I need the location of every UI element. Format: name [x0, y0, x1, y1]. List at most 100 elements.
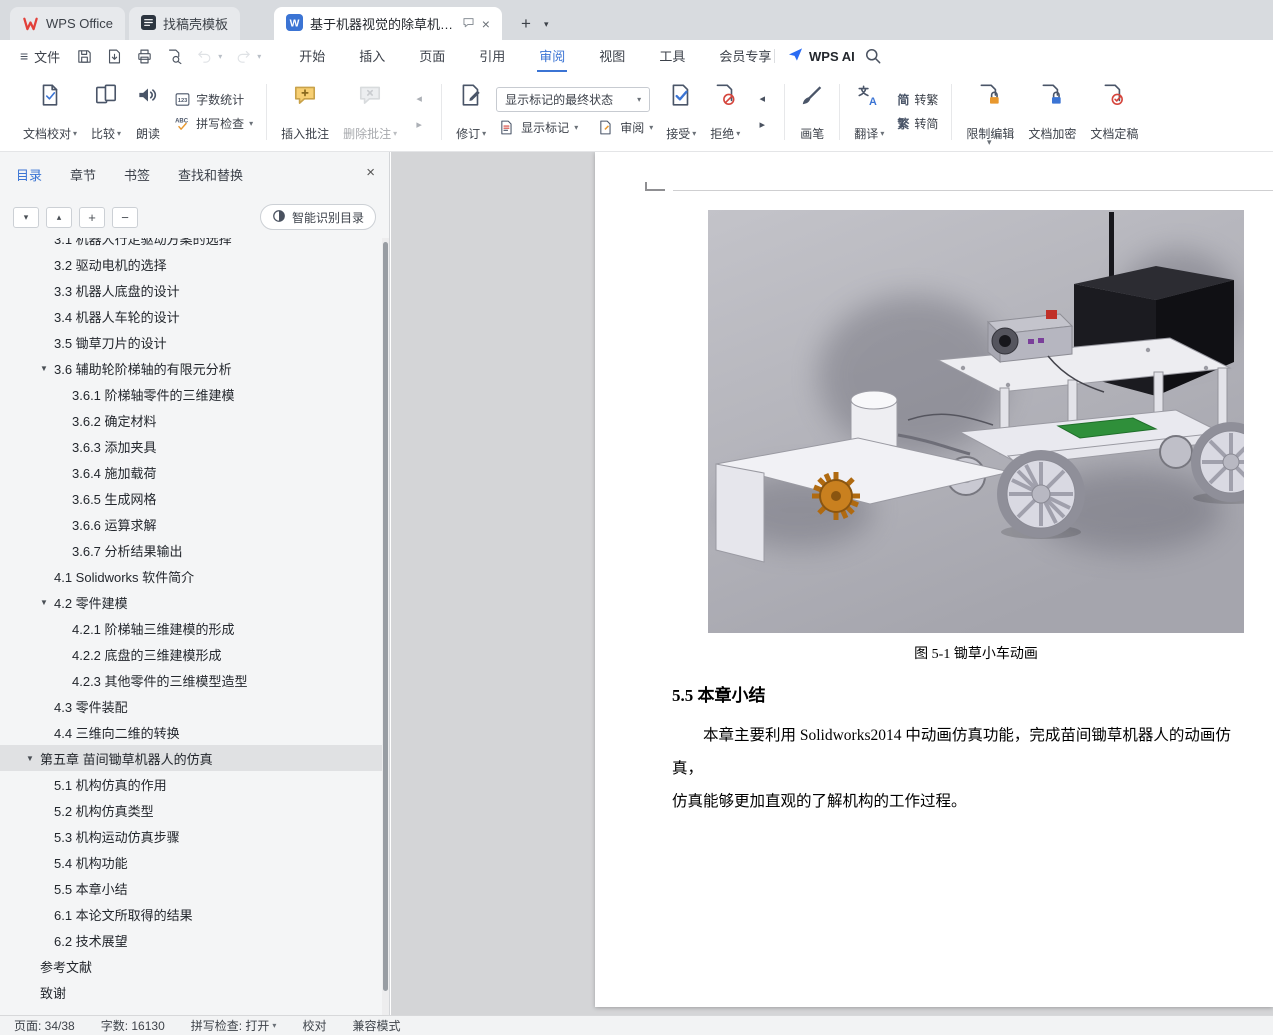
translate-button[interactable]: A 翻译 ▾	[847, 78, 891, 146]
markup-state-select[interactable]: 显示标记的最终状态 ▾	[496, 87, 651, 112]
toc-item[interactable]: 3.6.7 分析结果输出	[0, 537, 382, 563]
search-icon[interactable]	[863, 46, 883, 66]
toc-item[interactable]: 3.1 机器人行走驱动方案的选择	[0, 238, 382, 251]
toc-item[interactable]: 4.4 三维向二维的转换	[0, 719, 382, 745]
toc-item[interactable]: 4.2.3 其他零件的三维模型造型	[0, 667, 382, 693]
menu-tab-开始[interactable]: 开始	[297, 40, 327, 72]
home-tab[interactable]: WPS Office	[10, 7, 125, 40]
undo-icon[interactable]	[196, 48, 213, 65]
toc-item[interactable]: 5.5 本章小结	[0, 875, 382, 901]
sidebar-tab-目录[interactable]: 目录	[16, 165, 42, 184]
menu-tab-引用[interactable]: 引用	[477, 40, 507, 72]
insert-comment-button[interactable]: 插入批注	[274, 78, 336, 146]
to-traditional-button[interactable]: 简 转繁	[894, 91, 941, 108]
figure-robot-render[interactable]	[708, 210, 1271, 633]
next-comment-button[interactable]: ▸	[407, 114, 431, 135]
menu-tab-视图[interactable]: 视图	[597, 40, 627, 72]
toc-item[interactable]: 3.6.3 添加夹具	[0, 433, 382, 459]
smart-toc-button[interactable]: 智能识别目录	[259, 204, 376, 230]
menu-tab-审阅[interactable]: 审阅	[537, 40, 568, 72]
undo-chevron-icon[interactable]: ▾	[218, 52, 222, 61]
toc-item[interactable]: 3.6.5 生成网格	[0, 485, 382, 511]
toc-item[interactable]: 3.6.2 确定材料	[0, 407, 382, 433]
menu-tab-插入[interactable]: 插入	[357, 40, 387, 72]
active-doc-tab[interactable]: W 基于机器视觉的除草机机器人... ×	[273, 7, 502, 40]
ink-brush-button[interactable]: 画笔	[792, 78, 832, 146]
accept-button[interactable]: 接受 ▾	[659, 78, 703, 146]
next-change-button[interactable]: ▸	[750, 114, 774, 135]
reject-button[interactable]: 拒绝 ▾	[703, 78, 747, 146]
toc-item[interactable]: ▼ 3.6 辅助轮阶梯轴的有限元分析	[0, 355, 382, 381]
tab-list-chevron-icon[interactable]: ▾	[544, 19, 549, 30]
sidebar-scrollbar[interactable]	[382, 238, 389, 1015]
toc-item[interactable]: 4.2.2 底盘的三维建模形成	[0, 641, 382, 667]
toc-item[interactable]: 致谢	[0, 979, 382, 1005]
collapse-all-button[interactable]: ▾	[13, 206, 39, 228]
sidebar-scrollbar-thumb[interactable]	[383, 242, 388, 991]
compat-mode-status[interactable]: 兼容模式	[352, 1017, 400, 1034]
to-simplified-button[interactable]: 繁 转简	[894, 115, 941, 132]
compare-button[interactable]: 比较 ▾	[84, 78, 128, 146]
toc-item[interactable]: 5.4 机构功能	[0, 849, 382, 875]
toc-item[interactable]: 4.2.1 阶梯轴三维建模的形成	[0, 615, 382, 641]
review-pane-button[interactable]: 审阅 ▾	[595, 119, 656, 136]
toc-item[interactable]: 3.4 机器人车轮的设计	[0, 303, 382, 329]
template-doc-tab[interactable]: 找稿壳模板	[128, 7, 240, 40]
menu-tab-工具[interactable]: 工具	[657, 40, 687, 72]
read-aloud-button[interactable]: 朗读	[128, 78, 168, 146]
new-tab-button[interactable]: +	[514, 12, 538, 36]
zoom-in-toc-button[interactable]: +	[79, 206, 105, 228]
ribbon-more-chevron-icon[interactable]: ▾	[987, 137, 992, 148]
sidebar-tab-查找和替换[interactable]: 查找和替换	[178, 165, 243, 184]
toc-item[interactable]: 3.6.4 施加载荷	[0, 459, 382, 485]
toc-expand-icon[interactable]: ▼	[26, 754, 40, 763]
word-count-button[interactable]: 123 字数统计	[171, 91, 256, 108]
toc-item[interactable]: 3.6.6 运算求解	[0, 511, 382, 537]
redo-chevron-icon[interactable]: ▾	[257, 52, 261, 61]
toc-item[interactable]: ▼ 4.2 零件建模	[0, 589, 382, 615]
toc-item[interactable]: 3.6.1 阶梯轴零件的三维建模	[0, 381, 382, 407]
document-page[interactable]: 图 5-1 锄草小车动画 5.5 本章小结 本章主要利用 Solidworks2…	[595, 152, 1273, 1007]
spell-check-status[interactable]: 拼写检查: 打开 ▾	[191, 1017, 277, 1034]
toc-item[interactable]: 5.3 机构运动仿真步骤	[0, 823, 382, 849]
print-preview-icon[interactable]	[166, 48, 183, 65]
track-changes-button[interactable]: 修订 ▾	[449, 78, 493, 146]
sidebar-tab-书签[interactable]: 书签	[124, 165, 150, 184]
encrypt-doc-button[interactable]: 文档加密	[1021, 78, 1083, 146]
toc-item[interactable]: 4.3 零件装配	[0, 693, 382, 719]
toc-item[interactable]: 5.2 机构仿真类型	[0, 797, 382, 823]
toc-expand-icon[interactable]: ▼	[40, 598, 54, 607]
toc-item[interactable]: 3.5 锄草刀片的设计	[0, 329, 382, 355]
toc-expand-icon[interactable]: ▼	[40, 364, 54, 373]
restrict-edit-button[interactable]: 限制编辑	[959, 78, 1021, 146]
spell-check-button[interactable]: ABC 拼写检查 ▾	[171, 115, 256, 132]
print-icon[interactable]	[136, 48, 153, 65]
toc-item[interactable]: 6.2 技术展望	[0, 927, 382, 953]
toc-item[interactable]: 参考文献	[0, 953, 382, 979]
toc-item[interactable]: 6.1 本论文所取得的结果	[0, 901, 382, 927]
toc-item[interactable]: ▼ 第五章 苗间锄草机器人的仿真	[0, 745, 382, 771]
wps-ai-button[interactable]: WPS AI	[788, 40, 855, 72]
show-markup-button[interactable]: 显示标记 ▾	[496, 119, 581, 136]
sidebar-tab-章节[interactable]: 章节	[70, 165, 96, 184]
toc-item[interactable]: 3.3 机器人底盘的设计	[0, 277, 382, 303]
previous-comment-button[interactable]: ◂	[407, 88, 431, 109]
file-menu-button[interactable]: ≡ 文件	[12, 40, 68, 72]
toc-item[interactable]: 3.2 驱动电机的选择	[0, 251, 382, 277]
word-count-status[interactable]: 字数: 16130	[101, 1017, 165, 1034]
toc-item[interactable]: 5.1 机构仿真的作用	[0, 771, 382, 797]
export-pdf-icon[interactable]	[106, 48, 123, 65]
previous-change-button[interactable]: ◂	[750, 88, 774, 109]
doc-proof-button[interactable]: 文档校对 ▾	[16, 78, 84, 146]
menu-tab-会员专享[interactable]: 会员专享	[717, 40, 773, 72]
finalize-doc-button[interactable]: 文档定稿	[1083, 78, 1145, 146]
page-indicator[interactable]: 页面: 34/38	[14, 1017, 75, 1034]
proofread-status[interactable]: 校对	[302, 1017, 326, 1034]
document-area[interactable]: 图 5-1 锄草小车动画 5.5 本章小结 本章主要利用 Solidworks2…	[391, 152, 1273, 1015]
save-icon[interactable]	[76, 48, 93, 65]
menu-tab-页面[interactable]: 页面	[417, 40, 447, 72]
zoom-out-toc-button[interactable]: −	[112, 206, 138, 228]
close-sidebar-icon[interactable]: ×	[366, 165, 375, 180]
delete-comment-button[interactable]: 删除批注 ▾	[336, 78, 404, 146]
toc-item[interactable]: 4.1 Solidworks 软件简介	[0, 563, 382, 589]
